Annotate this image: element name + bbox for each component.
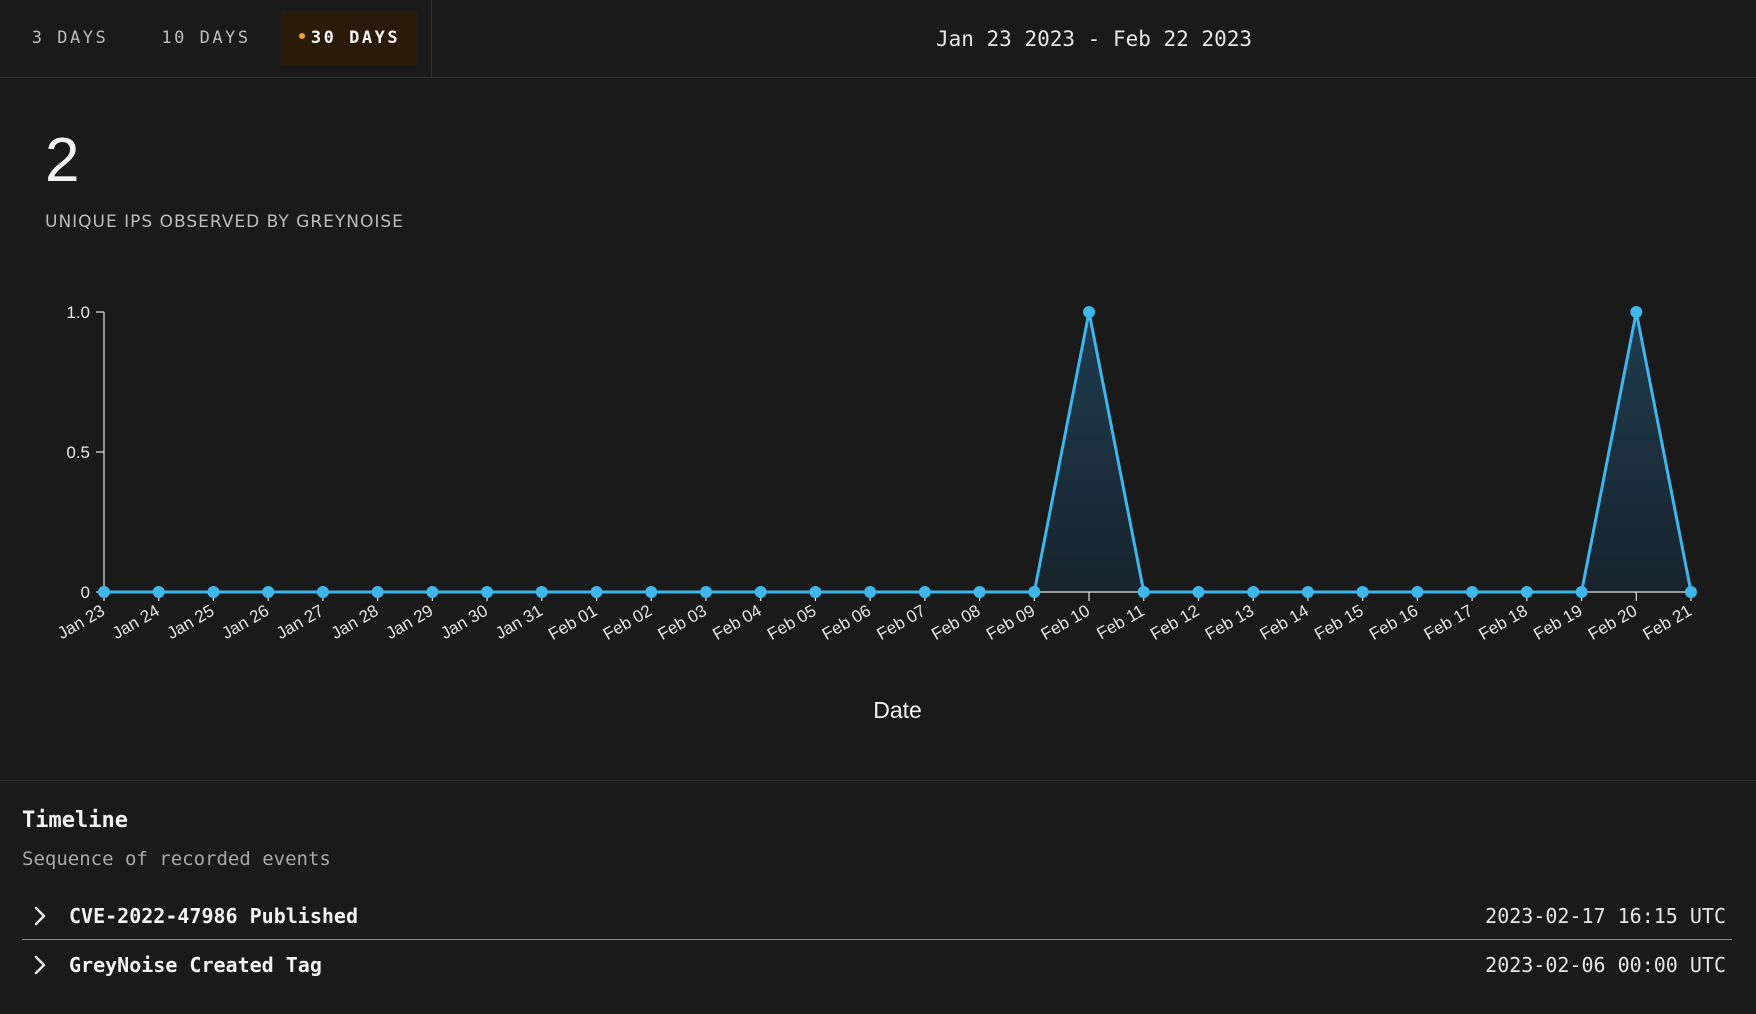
data-point [1028, 586, 1041, 598]
tab-label: 10 DAYS [161, 28, 251, 48]
y-tick-label: 0.5 [66, 443, 90, 462]
data-point [1520, 586, 1533, 598]
x-tick-label: Feb 16 [1366, 601, 1421, 644]
data-point [1411, 586, 1424, 598]
data-point [864, 586, 877, 598]
data-point [1137, 586, 1150, 598]
data-point [645, 586, 658, 598]
x-tick-label: Jan 28 [328, 601, 382, 643]
data-point [262, 586, 275, 598]
x-tick-label: Jan 30 [437, 601, 491, 643]
tab-label: 30 DAYS [310, 28, 401, 48]
data-point [1575, 586, 1588, 598]
unique-ips-count: 2 [45, 126, 80, 195]
area-fill [104, 312, 1691, 592]
x-tick-label: Feb 09 [983, 601, 1038, 644]
unique-ips-label: UNIQUE IPS OBSERVED BY GREYNOISE [45, 212, 404, 232]
data-point [371, 586, 384, 598]
x-tick-label: Jan 26 [218, 601, 272, 643]
x-tick-label: Feb 08 [928, 601, 983, 644]
data-point [316, 586, 329, 598]
data-point [152, 586, 165, 598]
data-point [918, 586, 931, 598]
chevron-right-icon [34, 955, 46, 975]
x-tick-label: Feb 11 [1094, 601, 1148, 643]
range-tabs: 3 DAYS 10 DAYS 30 DAYS [0, 0, 432, 78]
x-tick-label: Feb 04 [709, 601, 764, 644]
event-title: GreyNoise Created Tag [69, 953, 322, 977]
chevron-right-icon [34, 906, 46, 926]
active-dot-icon [298, 33, 305, 39]
x-tick-label: Feb 17 [1421, 601, 1476, 644]
date-range-label: Jan 23 2023 - Feb 22 2023 [935, 27, 1253, 51]
event-time: 2023-02-06 00:00 UTC [1485, 953, 1726, 977]
tab-10-days[interactable]: 10 DAYS [148, 11, 264, 65]
data-point [1356, 586, 1369, 598]
x-tick-label: Jan 27 [273, 601, 327, 643]
section-divider [0, 780, 1756, 781]
x-tick-label: Feb 06 [819, 601, 874, 644]
top-bar: 3 DAYS 10 DAYS 30 DAYS Jan 23 2023 - Feb… [0, 0, 1756, 78]
x-axis-title: Date [873, 697, 922, 723]
x-tick-label: Feb 18 [1475, 601, 1530, 644]
data-point [1083, 306, 1096, 318]
x-tick-label: Jan 31 [492, 601, 546, 643]
data-point [699, 586, 712, 598]
x-tick-label: Feb 19 [1530, 601, 1585, 644]
data-point [426, 586, 439, 598]
timeline-event[interactable]: CVE-2022-47986 Published 2023-02-17 16:1… [22, 892, 1732, 940]
x-tick-label: Jan 25 [164, 601, 218, 643]
tab-30-days[interactable]: 30 DAYS [281, 11, 418, 65]
x-tick-label: Feb 10 [1038, 601, 1093, 644]
x-tick-label: Feb 07 [874, 601, 929, 644]
x-tick-label: Jan 29 [383, 601, 437, 643]
x-tick-label: Feb 12 [1147, 601, 1202, 644]
event-title: CVE-2022-47986 Published [69, 904, 358, 928]
data-point [590, 586, 603, 598]
event-time: 2023-02-17 16:15 UTC [1485, 904, 1726, 928]
x-tick-label: Jan 24 [109, 601, 163, 643]
x-tick-label: Feb 13 [1202, 601, 1257, 644]
data-point [535, 586, 548, 598]
data-point [207, 586, 220, 598]
data-point [1630, 306, 1643, 318]
data-point [1301, 586, 1314, 598]
tab-3-days[interactable]: 3 DAYS [20, 11, 120, 65]
x-tick-label: Feb 21 [1640, 601, 1695, 644]
y-tick-label: 1.0 [66, 303, 90, 322]
x-tick-label: Feb 05 [764, 601, 819, 644]
data-point [973, 586, 986, 598]
tab-label: 3 DAYS [31, 28, 109, 48]
y-tick-label: 0 [81, 583, 90, 602]
x-tick-label: Feb 14 [1257, 601, 1312, 644]
data-point [754, 586, 767, 598]
ips-area-chart: 00.51.0Jan 23 Jan 24 Jan 25 Jan 26 Jan 27 Jan… [54, 303, 1697, 723]
data-point [98, 586, 110, 598]
x-tick-label: Feb 02 [600, 601, 655, 644]
x-tick-label: Feb 01 [545, 601, 600, 644]
x-tick-label: Feb 20 [1585, 601, 1640, 644]
x-tick-label: Feb 03 [655, 601, 710, 644]
data-point [1247, 586, 1260, 598]
data-point [1466, 586, 1479, 598]
x-tick-label: Jan 23 [54, 601, 108, 643]
data-point [809, 586, 822, 598]
timeline-title: Timeline [22, 808, 128, 833]
data-point [1685, 586, 1697, 598]
timeline-event[interactable]: GreyNoise Created Tag 2023-02-06 00:00 U… [22, 941, 1732, 989]
timeline-subtitle: Sequence of recorded events [22, 848, 331, 870]
data-point [481, 586, 494, 598]
x-tick-label: Feb 15 [1311, 601, 1366, 644]
data-point [1192, 586, 1205, 598]
series-line [104, 310, 1693, 594]
